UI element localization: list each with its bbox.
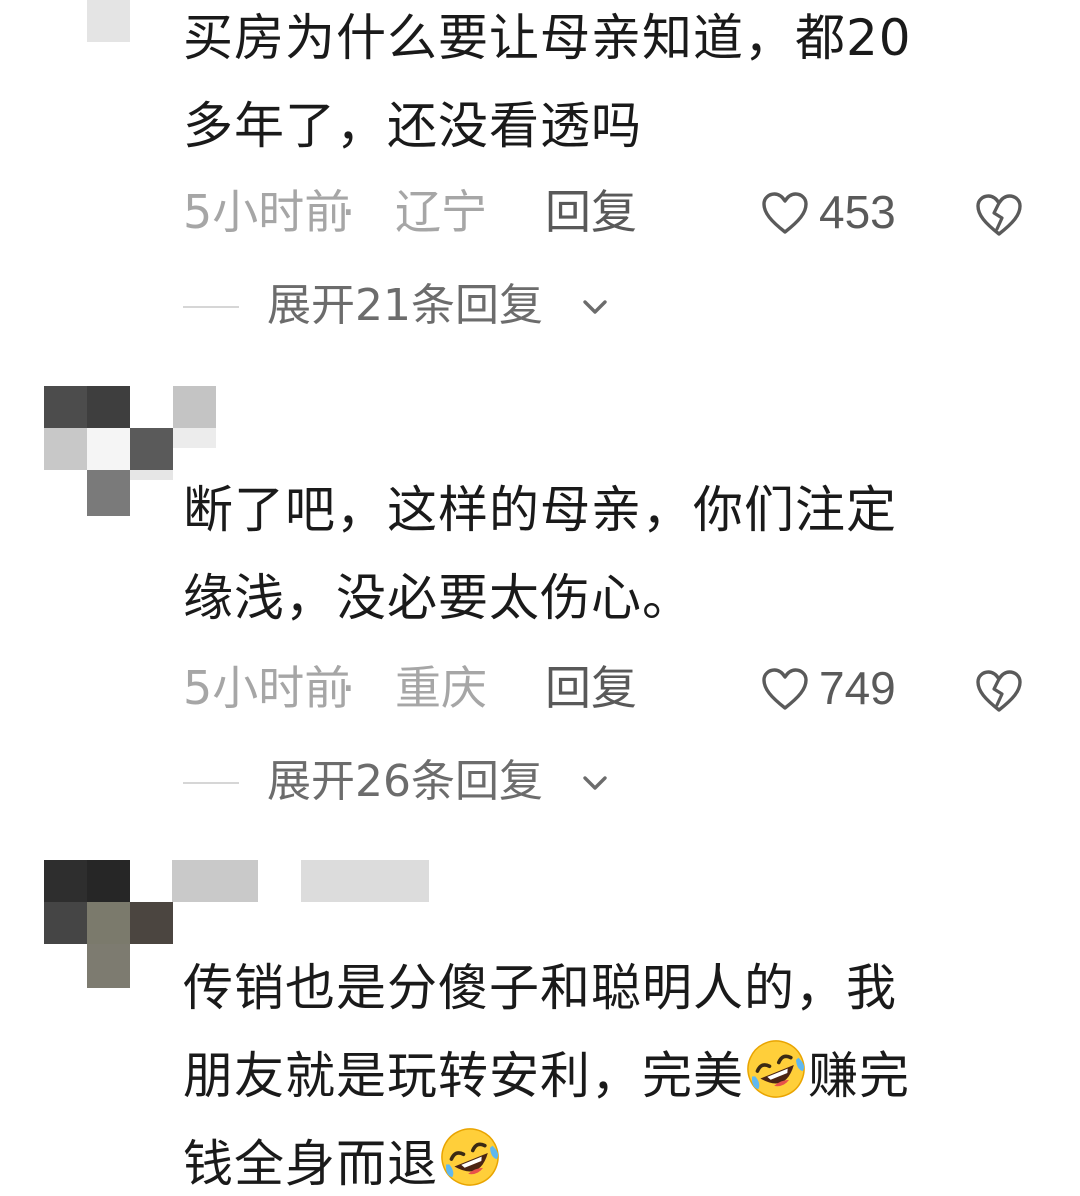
- comment-text: 断了吧，这样的母亲，你们注定 缘浅，没必要太伤心。: [183, 466, 1033, 642]
- like-count: 749: [819, 662, 896, 714]
- divider: [183, 306, 239, 308]
- dislike-button[interactable]: [975, 191, 1023, 251]
- comment-text-segment: 赚完: [808, 1047, 910, 1105]
- rofl-emoji-icon: [747, 1040, 805, 1098]
- expand-replies-button[interactable]: 展开21条回复: [183, 276, 783, 336]
- comment-text-segment: 钱全身而退: [183, 1135, 438, 1193]
- comment-text: 传销也是分傻子和聪明人的，我 朋友就是玩转安利，完美 赚完 钱全身而退: [183, 944, 1063, 1196]
- comment-list: 买房为什么要让母亲知道，都20 多年了，还没看透吗 5小时前 · 辽宁 回复 4…: [0, 0, 1080, 1196]
- comment-text-line: 朋友就是玩转安利，完美 赚完: [183, 1032, 1063, 1120]
- comment-item: 断了吧，这样的母亲，你们注定 缘浅，没必要太伤心。 5小时前 · 重庆 回复 7…: [0, 386, 1080, 816]
- reply-button[interactable]: 回复: [545, 658, 637, 718]
- heart-outline-icon: [762, 668, 808, 710]
- comment-meta: 5小时前 · 重庆 回复 749: [183, 658, 1043, 718]
- expand-replies-label: 展开26条回复: [267, 756, 543, 807]
- rofl-emoji-icon: [441, 1128, 499, 1186]
- comment-text-line: 钱全身而退: [183, 1120, 1063, 1196]
- reply-button[interactable]: 回复: [545, 182, 637, 242]
- meta-separator: ·: [341, 185, 356, 239]
- broken-heart-icon: [976, 670, 1022, 712]
- divider: [183, 782, 239, 784]
- chevron-down-icon: [583, 300, 607, 314]
- comment-time: 5小时前: [183, 661, 351, 715]
- chevron-down-icon: [583, 776, 607, 790]
- expand-replies-label: 展开21条回复: [267, 280, 543, 331]
- username-redacted[interactable]: [172, 860, 258, 902]
- comment-text: 买房为什么要让母亲知道，都20 多年了，还没看透吗: [183, 0, 1033, 170]
- comment-item: 传销也是分傻子和聪明人的，我 朋友就是玩转安利，完美 赚完 钱全身而退: [0, 860, 1080, 1196]
- broken-heart-icon: [976, 194, 1022, 236]
- like-count: 453: [819, 186, 896, 238]
- avatar[interactable]: [44, 0, 134, 42]
- comment-text-line: 多年了，还没看透吗: [183, 97, 642, 155]
- comment-text-line: 传销也是分傻子和聪明人的，我: [183, 959, 897, 1017]
- meta-separator: ·: [341, 661, 356, 715]
- comment-region: 重庆: [395, 661, 487, 715]
- comment-region: 辽宁: [395, 185, 487, 239]
- comment-text-segment: 朋友就是玩转安利，完美: [183, 1047, 744, 1105]
- expand-replies-button[interactable]: 展开26条回复: [183, 752, 783, 812]
- author-badge-redacted: [301, 860, 429, 902]
- heart-outline-icon: [762, 192, 808, 234]
- comment-text-line: 买房为什么要让母亲知道，都20: [183, 9, 912, 67]
- comment-text-line: 断了吧，这样的母亲，你们注定: [183, 481, 897, 539]
- comment-text-line: 缘浅，没必要太伤心。: [183, 569, 693, 627]
- comment-time: 5小时前: [183, 185, 351, 239]
- comment-meta: 5小时前 · 辽宁 回复 453: [183, 182, 1043, 242]
- dislike-button[interactable]: [975, 667, 1023, 727]
- comment-item: 买房为什么要让母亲知道，都20 多年了，还没看透吗 5小时前 · 辽宁 回复 4…: [0, 0, 1080, 340]
